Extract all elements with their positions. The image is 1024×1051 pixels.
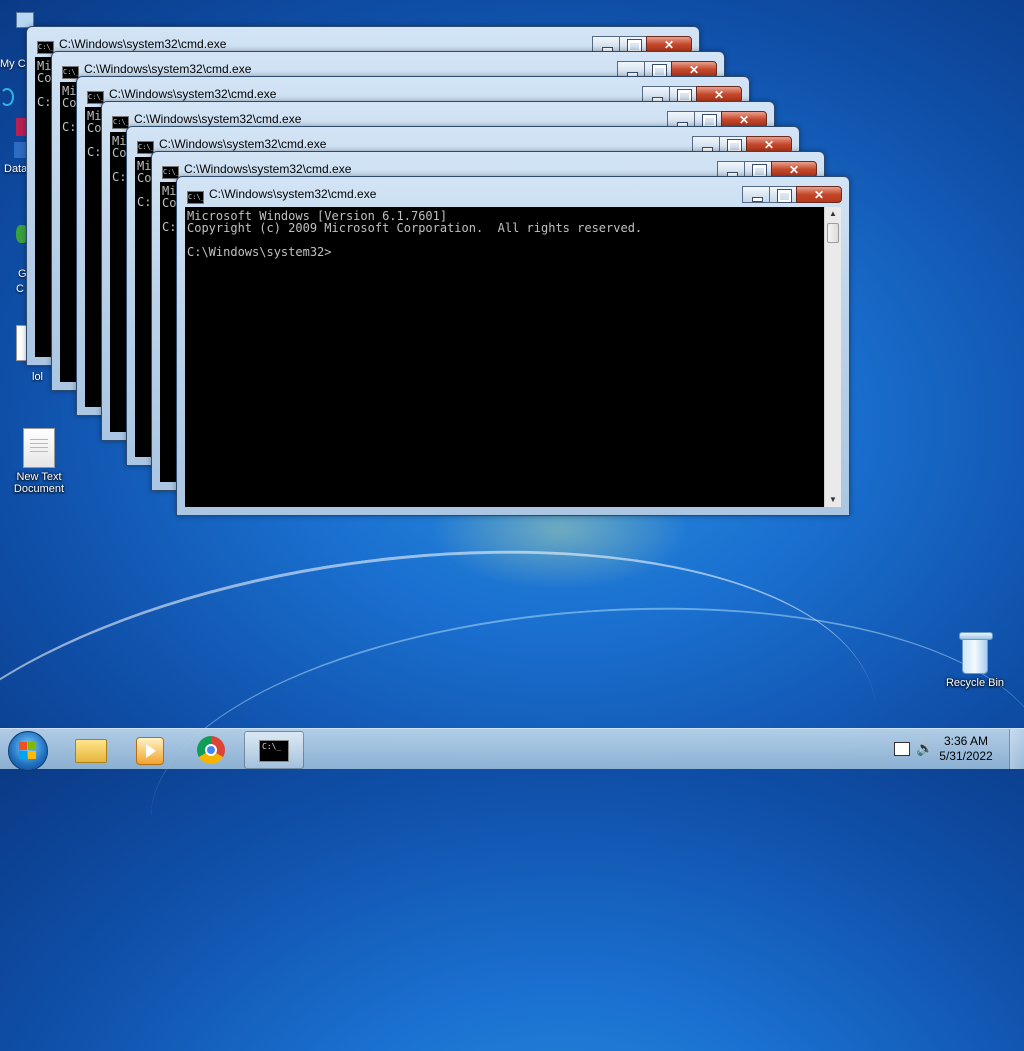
taskbar-cmd[interactable]: C:\_ bbox=[244, 731, 304, 769]
desktop-label-data[interactable]: Data bbox=[4, 163, 27, 175]
show-desktop-button[interactable] bbox=[1009, 729, 1024, 769]
cmd-icon: C:\_ bbox=[162, 166, 180, 179]
window-title-text: C:\Windows\system32\cmd.exe bbox=[109, 87, 277, 101]
network-icon[interactable] bbox=[894, 742, 910, 756]
desktop-icon-new-text-document[interactable]: New Text Document bbox=[4, 428, 74, 495]
window-title-text: C:\Windows\system32\cmd.exe bbox=[159, 137, 327, 151]
clock-date: 5/31/2022 bbox=[939, 749, 993, 763]
window-title: C:\_ C:\Windows\system32\cmd.exe bbox=[162, 162, 352, 179]
vertical-scrollbar[interactable]: ▲ ▼ bbox=[824, 207, 841, 507]
desktop-label-lol[interactable]: lol bbox=[32, 371, 43, 383]
windows-flag-icon bbox=[19, 742, 37, 760]
minimize-button[interactable] bbox=[742, 186, 770, 203]
console-prompt: C:\Windows\system32> bbox=[187, 245, 332, 259]
clock-time: 3:36 AM bbox=[943, 734, 989, 748]
window-title: C:\_ C:\Windows\system32\cmd.exe bbox=[37, 37, 227, 54]
window-title: C:\_ C:\Windows\system32\cmd.exe bbox=[62, 62, 252, 79]
maximize-button[interactable] bbox=[769, 186, 797, 203]
cmd-icon: C:\_ bbox=[112, 116, 130, 129]
window-title-text: C:\Windows\system32\cmd.exe bbox=[59, 37, 227, 51]
volume-icon[interactable]: 🔊 bbox=[916, 740, 933, 757]
console-output[interactable]: Microsoft Windows [Version 6.1.7601]Copy… bbox=[185, 207, 825, 507]
app-icon bbox=[16, 118, 26, 136]
window-title: C:\_ C:\Windows\system32\cmd.exe bbox=[137, 137, 327, 154]
recycle-bin-icon bbox=[959, 632, 993, 674]
cmd-window[interactable]: C:\_ C:\Windows\system32\cmd.exe Microsof… bbox=[176, 176, 850, 516]
console-line: Copyright (c) 2009 Microsoft Corporation… bbox=[187, 221, 643, 235]
window-title: C:\_ C:\Windows\system32\cmd.exe bbox=[112, 112, 302, 129]
window-title-text: C:\Windows\system32\cmd.exe bbox=[184, 162, 352, 176]
scroll-up-arrow-icon[interactable]: ▲ bbox=[825, 207, 841, 221]
desktop-icon-recycle-bin[interactable]: Recycle Bin bbox=[940, 632, 1010, 689]
taskbar-media-player[interactable] bbox=[120, 731, 178, 767]
cmd-icon: C:\_ bbox=[62, 66, 80, 79]
desktop-label-my-computer[interactable]: My C bbox=[0, 58, 26, 70]
window-title-text: C:\Windows\system32\cmd.exe bbox=[84, 62, 252, 76]
desktop-icon-label: New Text Document bbox=[13, 471, 65, 495]
taskbar-chrome[interactable] bbox=[183, 731, 241, 767]
window-controls bbox=[742, 186, 842, 204]
cmd-icon: C:\_ bbox=[259, 740, 289, 762]
cmd-icon: C:\_ bbox=[187, 191, 205, 204]
chrome-icon bbox=[197, 736, 225, 764]
window-title-text: C:\Windows\system32\cmd.exe bbox=[209, 187, 377, 201]
clock[interactable]: 3:36 AM 5/31/2022 bbox=[936, 734, 996, 764]
window-title: C:\_ C:\Windows\system32\cmd.exe bbox=[187, 187, 377, 204]
media-player-icon bbox=[136, 737, 164, 765]
desktop-icon-label: Recycle Bin bbox=[945, 677, 1005, 689]
start-orb-icon[interactable] bbox=[8, 731, 48, 771]
cmd-icon: C:\_ bbox=[87, 91, 105, 104]
taskbar-explorer[interactable] bbox=[60, 731, 118, 767]
scroll-down-arrow-icon[interactable]: ▼ bbox=[825, 493, 841, 507]
taskbar: C:\_ 🔊 3:36 AM 5/31/2022 bbox=[0, 728, 1024, 771]
system-tray: 🔊 3:36 AM 5/31/2022 bbox=[884, 729, 1024, 769]
cmd-icon: C:\_ bbox=[137, 141, 155, 154]
scroll-thumb[interactable] bbox=[827, 223, 839, 243]
desktop-label-c[interactable]: C bbox=[16, 283, 24, 295]
folder-icon bbox=[75, 739, 107, 763]
window-title-text: C:\Windows\system32\cmd.exe bbox=[134, 112, 302, 126]
network-icon bbox=[0, 88, 14, 106]
cmd-icon: C:\_ bbox=[37, 41, 55, 54]
window-title: C:\_ C:\Windows\system32\cmd.exe bbox=[87, 87, 277, 104]
text-document-icon bbox=[23, 428, 55, 468]
close-button[interactable] bbox=[796, 186, 842, 203]
